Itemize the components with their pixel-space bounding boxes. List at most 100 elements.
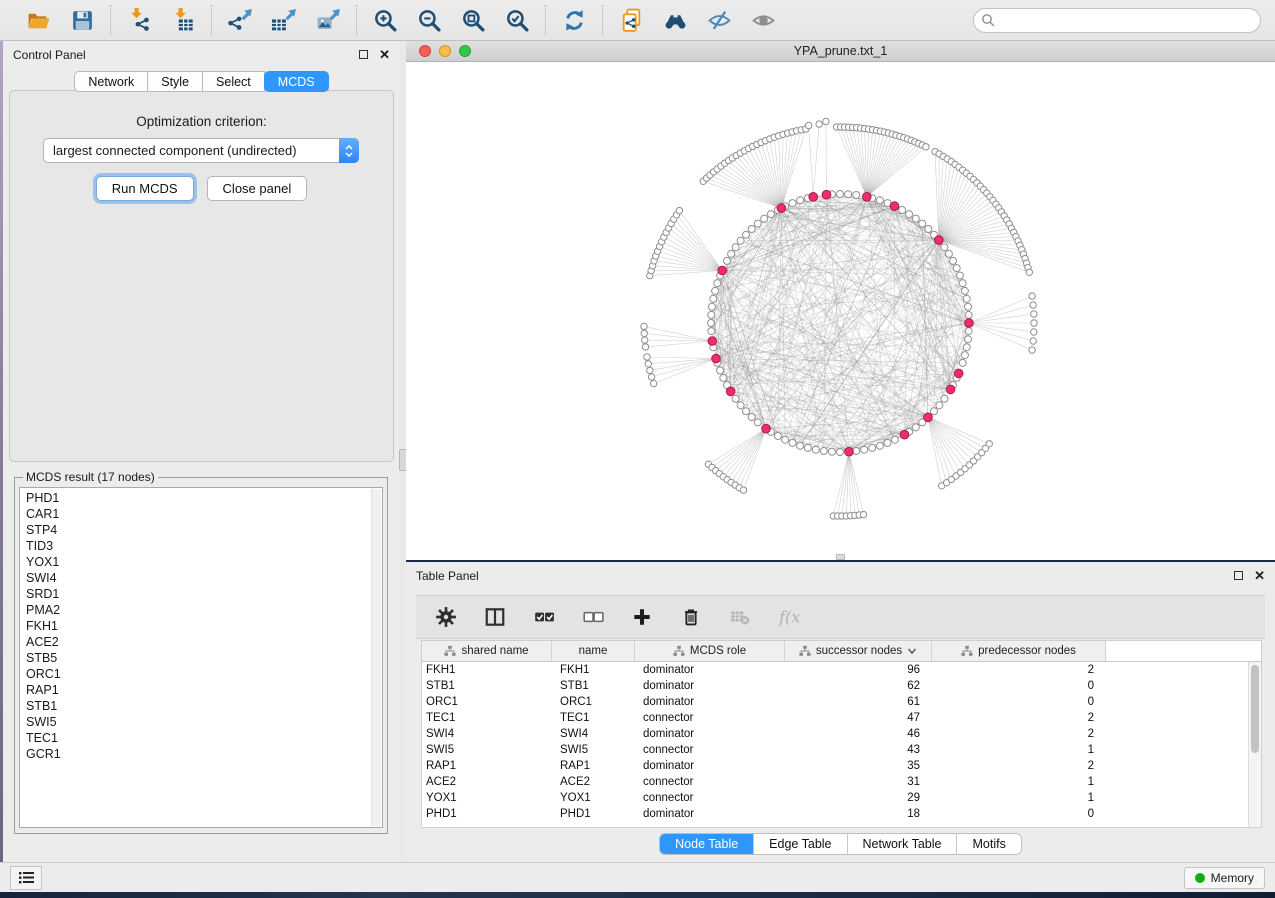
tab-node-table[interactable]: Node Table: [660, 834, 753, 854]
table-scrollbar[interactable]: [1248, 662, 1261, 827]
add-row-button[interactable]: [630, 605, 654, 629]
horizontal-splitter-handle[interactable]: [836, 554, 845, 560]
zoom-in-button[interactable]: [370, 5, 400, 35]
deselect-all-checkboxes-button[interactable]: [581, 605, 605, 629]
export-image-icon: [316, 8, 341, 33]
mcds-list-scrollbar[interactable]: [371, 489, 381, 826]
search-input[interactable]: [973, 8, 1261, 33]
delete-row-button[interactable]: [679, 605, 703, 629]
mcds-result-item[interactable]: RAP1: [26, 682, 376, 698]
column-header-shared-name[interactable]: shared name: [422, 641, 552, 661]
table-cell: STB1: [422, 680, 552, 692]
binoculars-button[interactable]: [660, 5, 690, 35]
mcds-result-item[interactable]: STB1: [26, 698, 376, 714]
criterion-dropdown[interactable]: largest connected component (undirected): [43, 138, 359, 163]
tab-network-table[interactable]: Network Table: [847, 834, 957, 854]
table-cell: SWI4: [422, 728, 552, 740]
mcds-result-item[interactable]: STP4: [26, 522, 376, 538]
control-panel: Control Panel ✕ NetworkStyleSelectMCDS O…: [3, 41, 400, 862]
run-mcds-button[interactable]: Run MCDS: [96, 176, 194, 201]
column-header-successor-nodes[interactable]: successor nodes: [785, 641, 932, 661]
network-graph[interactable]: [406, 62, 1275, 560]
open-button[interactable]: [23, 5, 53, 35]
mcds-result-item[interactable]: YOX1: [26, 554, 376, 570]
table-cell: ORC1: [422, 696, 552, 708]
table-row[interactable]: YOX1YOX1connector291: [422, 790, 1261, 806]
tab-mcds[interactable]: MCDS: [264, 71, 329, 92]
document-share-button[interactable]: [616, 5, 646, 35]
table-cell: 43: [785, 744, 932, 756]
mcds-result-item[interactable]: SRD1: [26, 586, 376, 602]
table-cell: connector: [635, 712, 785, 724]
column-header-predecessor-nodes[interactable]: predecessor nodes: [932, 641, 1106, 661]
zoom-fit-button[interactable]: [458, 5, 488, 35]
mcds-result-list[interactable]: PHD1CAR1STP4TID3YOX1SWI4SRD1PMA2FKH1ACE2…: [19, 487, 383, 828]
save-button[interactable]: [67, 5, 97, 35]
mcds-result-item[interactable]: SWI5: [26, 714, 376, 730]
column-header-name[interactable]: name: [552, 641, 635, 661]
network-view[interactable]: [406, 62, 1275, 560]
task-history-button[interactable]: [10, 866, 42, 890]
mcds-result-item[interactable]: STB5: [26, 650, 376, 666]
column-header-MCDS-role[interactable]: MCDS role: [635, 641, 785, 661]
table-row[interactable]: RAP1RAP1dominator352: [422, 758, 1261, 774]
export-image-button[interactable]: [313, 5, 343, 35]
export-network-button[interactable]: [225, 5, 255, 35]
delete-table-icon: [729, 606, 751, 628]
table-row[interactable]: SWI4SWI4dominator462: [422, 726, 1261, 742]
show-columns-button[interactable]: [483, 605, 507, 629]
tab-motifs[interactable]: Motifs: [956, 834, 1020, 854]
table-row[interactable]: STB1STB1dominator620: [422, 678, 1261, 694]
table-row[interactable]: ORC1ORC1dominator610: [422, 694, 1261, 710]
table-row[interactable]: SWI5SWI5connector431: [422, 742, 1261, 758]
float-panel-icon[interactable]: [359, 50, 368, 59]
refresh-icon: [562, 8, 587, 33]
mcds-result-item[interactable]: CAR1: [26, 506, 376, 522]
eye-slash-button[interactable]: [704, 5, 734, 35]
function-builder-button: f(x): [777, 605, 801, 629]
tab-style[interactable]: Style: [147, 71, 203, 92]
import-table-button[interactable]: [168, 5, 198, 35]
refresh-button[interactable]: [559, 5, 589, 35]
mcds-result-item[interactable]: SWI4: [26, 570, 376, 586]
table-row[interactable]: FKH1FKH1dominator962: [422, 662, 1261, 678]
zoom-fit-icon: [461, 8, 486, 33]
table-row[interactable]: ACE2ACE2connector311: [422, 774, 1261, 790]
mcds-result-item[interactable]: GCR1: [26, 746, 376, 762]
close-table-panel-icon[interactable]: ✕: [1254, 571, 1265, 581]
tab-network[interactable]: Network: [74, 71, 148, 92]
settings-gear-button[interactable]: [434, 605, 458, 629]
table-row[interactable]: PHD1PHD1dominator180: [422, 806, 1261, 822]
float-table-panel-icon[interactable]: [1234, 571, 1243, 580]
mcds-result-item[interactable]: ACE2: [26, 634, 376, 650]
tab-edge-table[interactable]: Edge Table: [753, 834, 846, 854]
mcds-result-item[interactable]: PHD1: [26, 490, 376, 506]
zoom-check-button[interactable]: [502, 5, 532, 35]
table-cell: 0: [932, 680, 1106, 692]
mcds-result-item[interactable]: TEC1: [26, 730, 376, 746]
table-cell: 46: [785, 728, 932, 740]
mcds-result-item[interactable]: TID3: [26, 538, 376, 554]
table-cell: TEC1: [422, 712, 552, 724]
table-cell: 1: [932, 776, 1106, 788]
close-panel-button[interactable]: Close panel: [207, 176, 308, 201]
export-table-button[interactable]: [269, 5, 299, 35]
table-scrollbar-thumb[interactable]: [1251, 665, 1259, 753]
select-all-checkboxes-button[interactable]: [532, 605, 556, 629]
mcds-result-item[interactable]: FKH1: [26, 618, 376, 634]
import-network-button[interactable]: [124, 5, 154, 35]
memory-button[interactable]: Memory: [1184, 867, 1265, 889]
tab-select[interactable]: Select: [202, 71, 265, 92]
table-cell: 1: [932, 744, 1106, 756]
zoom-out-button[interactable]: [414, 5, 444, 35]
close-panel-icon[interactable]: ✕: [379, 50, 390, 60]
table-cell: RAP1: [422, 760, 552, 772]
table-row[interactable]: TEC1TEC1connector472: [422, 710, 1261, 726]
table-cell: 2: [932, 728, 1106, 740]
table-cell: YOX1: [552, 792, 635, 804]
eye-icon: [751, 8, 776, 33]
mcds-result-item[interactable]: PMA2: [26, 602, 376, 618]
tree-column-icon: [799, 645, 811, 657]
eye-button[interactable]: [748, 5, 778, 35]
mcds-result-item[interactable]: ORC1: [26, 666, 376, 682]
